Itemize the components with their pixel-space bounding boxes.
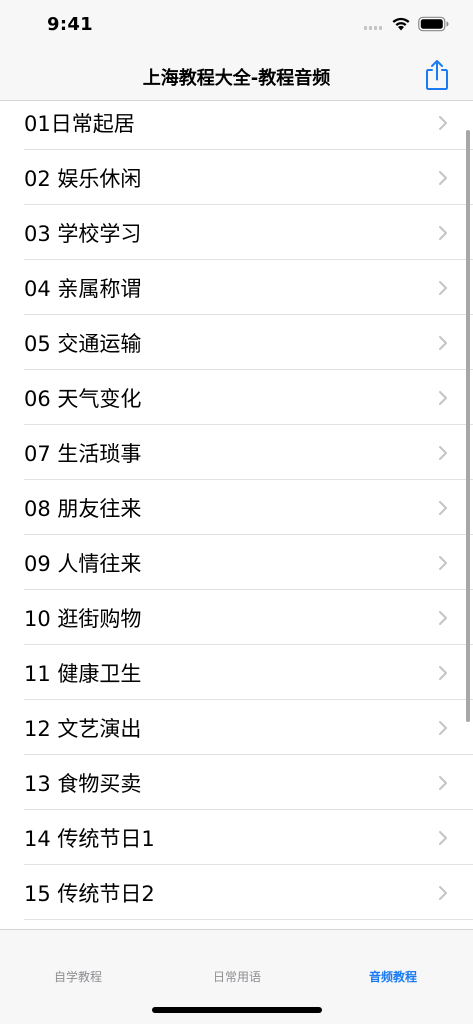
- list-item-label: 14 传统节日1: [24, 826, 155, 851]
- status-time: 9:41: [47, 14, 93, 35]
- list-item[interactable]: 10 逛街购物: [0, 590, 473, 645]
- list-item-label: 04 亲属称谓: [24, 276, 142, 301]
- list-item[interactable]: 03 学校学习: [0, 205, 473, 260]
- share-icon: [426, 60, 448, 90]
- list-item-label: 12 文艺演出: [24, 716, 142, 741]
- list-item-label: 05 交通运输: [24, 331, 142, 356]
- list-item[interactable]: 06 天气变化: [0, 370, 473, 425]
- battery-icon: [418, 16, 449, 32]
- list-item[interactable]: 11 健康卫生: [0, 645, 473, 700]
- chevron-right-icon: [439, 335, 447, 350]
- list-item[interactable]: 15 传统节日2: [0, 865, 473, 920]
- tab-self-study[interactable]: 自学教程: [18, 968, 138, 985]
- cellular-signal-icon: [364, 26, 382, 30]
- list-item[interactable]: 14 传统节日1: [0, 810, 473, 865]
- list-item[interactable]: 13 食物买卖: [0, 755, 473, 810]
- navigation-bar: 上海教程大全-教程音频: [0, 50, 473, 101]
- chevron-right-icon: [439, 720, 447, 735]
- chevron-right-icon: [439, 885, 447, 900]
- chevron-right-icon: [439, 170, 447, 185]
- list-item-label: 02 娱乐休闲: [24, 166, 142, 191]
- chevron-right-icon: [439, 225, 447, 240]
- chevron-right-icon: [439, 390, 447, 405]
- list-item[interactable]: 12 文艺演出: [0, 700, 473, 755]
- chevron-right-icon: [439, 775, 447, 790]
- chevron-right-icon: [439, 830, 447, 845]
- list-item[interactable]: 05 交通运输: [0, 315, 473, 370]
- list-item[interactable]: 04 亲属称谓: [0, 260, 473, 315]
- page-title: 上海教程大全-教程音频: [142, 68, 331, 89]
- chevron-right-icon: [439, 555, 447, 570]
- home-indicator: [152, 1007, 322, 1013]
- list-item-label: 09 人情往来: [24, 551, 142, 576]
- chevron-right-icon: [439, 665, 447, 680]
- list-item-label: 11 健康卫生: [24, 661, 142, 686]
- list-item-label: 01日常起居: [24, 111, 135, 136]
- row-separator: [24, 919, 473, 920]
- list-item[interactable]: 09 人情往来: [0, 535, 473, 590]
- tab-daily-phrases[interactable]: 日常用语: [177, 968, 297, 985]
- scroll-indicator[interactable]: [466, 130, 470, 722]
- list-item[interactable]: 01日常起居: [0, 101, 473, 150]
- list-item-label: 08 朋友往来: [24, 496, 142, 521]
- list-item-label: 03 学校学习: [24, 221, 142, 246]
- list-item[interactable]: 08 朋友往来: [0, 480, 473, 535]
- list-item[interactable]: 02 娱乐休闲: [0, 150, 473, 205]
- list-item-label: 15 传统节日2: [24, 881, 155, 906]
- chevron-right-icon: [439, 500, 447, 515]
- chevron-right-icon: [439, 610, 447, 625]
- screen: 9:41 上海教程大全-教程音频 01日常起居 02 娱乐休闲 03 学校学习 04 …: [0, 0, 473, 1024]
- chevron-right-icon: [439, 280, 447, 295]
- status-bar: 9:41: [0, 0, 473, 50]
- list-item-label: 10 逛街购物: [24, 606, 142, 631]
- tab-audio-lessons[interactable]: 音频教程: [333, 968, 453, 985]
- list-item-label: 13 食物买卖: [24, 771, 142, 796]
- chevron-right-icon: [439, 115, 447, 130]
- audio-lesson-list[interactable]: 01日常起居 02 娱乐休闲 03 学校学习 04 亲属称谓 05 交通运输 06 天气变…: [0, 101, 473, 929]
- share-button[interactable]: [423, 58, 451, 92]
- wifi-icon: [392, 17, 410, 31]
- list-item-label: 06 天气变化: [24, 386, 142, 411]
- list-item-label: 07 生活琐事: [24, 441, 142, 466]
- list-item[interactable]: 07 生活琐事: [0, 425, 473, 480]
- chevron-right-icon: [439, 445, 447, 460]
